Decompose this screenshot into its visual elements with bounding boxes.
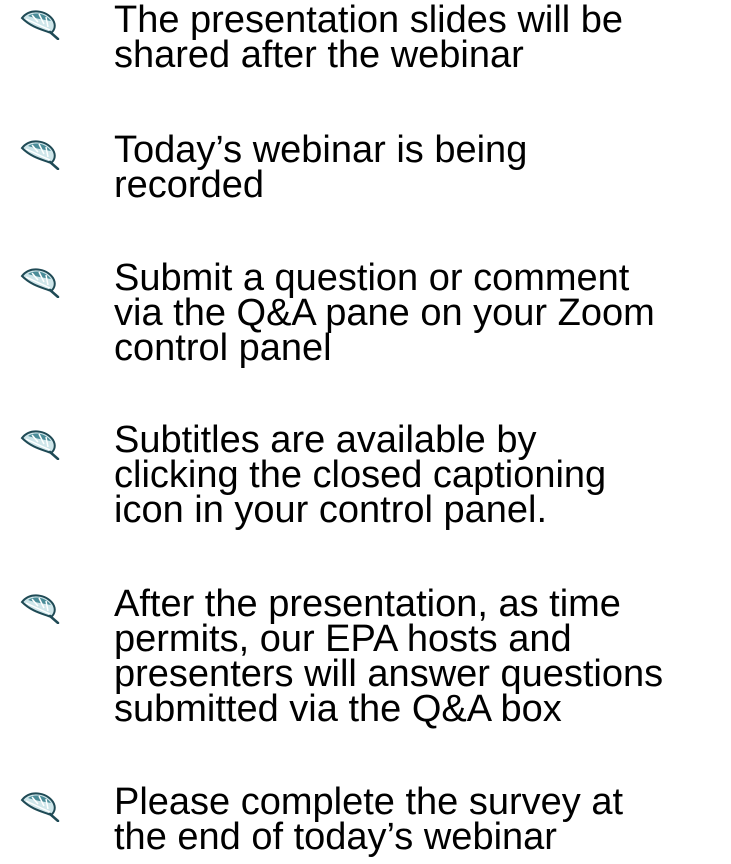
bullet-text: Subtitles are available by clicking the …	[114, 419, 607, 531]
leaf-stem	[48, 614, 60, 625]
bullet-text: Please complete the survey at the end of…	[114, 781, 624, 858]
leaf-stem	[48, 450, 60, 461]
leaf-stem	[48, 812, 60, 823]
leaf-stem	[48, 288, 60, 299]
leaf-icon-graphic	[20, 140, 60, 171]
bullet-text: After the presentation, as time permits,…	[114, 583, 664, 730]
leaf-icon	[20, 592, 60, 625]
leaf-icon	[20, 428, 60, 461]
leaf-icon-graphic	[20, 430, 60, 461]
bullet-text: Today’s webinar is being recorded	[114, 129, 528, 206]
leaf-icon	[20, 790, 60, 823]
leaf-icon	[20, 8, 60, 41]
leaf-icon	[20, 266, 60, 299]
bullet-text: Submit a question or comment via the Q&A…	[114, 257, 655, 369]
announcement-list: The presentation slides will be shared a…	[0, 0, 731, 864]
leaf-icon-graphic	[20, 10, 60, 41]
bullet-text: The presentation slides will be shared a…	[114, 0, 624, 76]
leaf-icon	[20, 138, 60, 171]
leaf-icon-graphic	[20, 268, 60, 299]
leaf-stem	[48, 160, 60, 171]
leaf-stem	[48, 30, 60, 41]
leaf-icon-graphic	[20, 594, 60, 625]
leaf-icon-graphic	[20, 792, 60, 823]
